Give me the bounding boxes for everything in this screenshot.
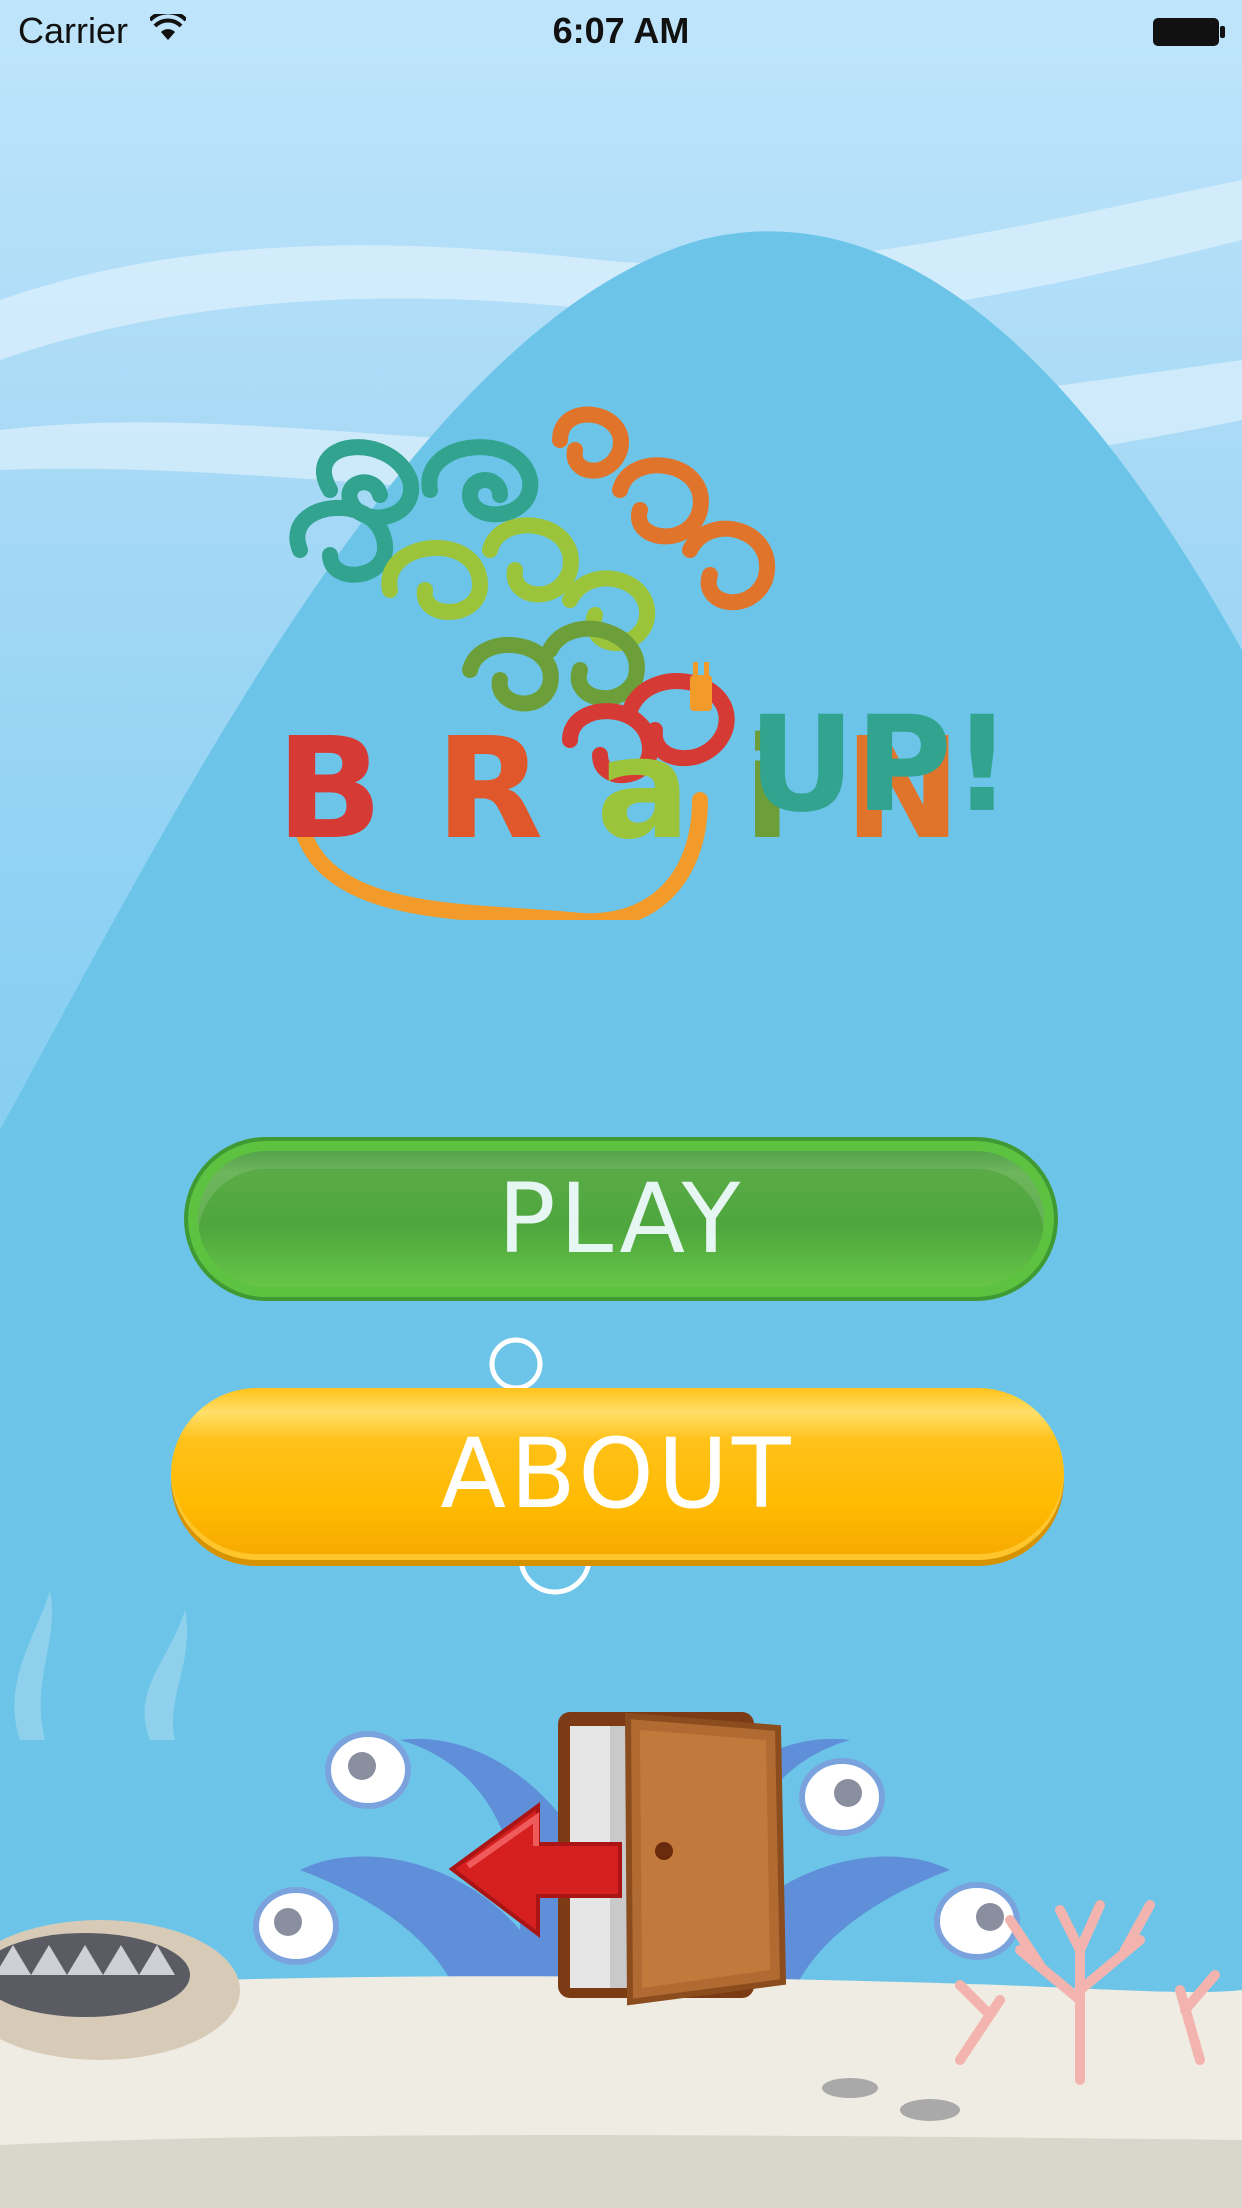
battery-icon (1153, 18, 1225, 46)
logo-letter: R (435, 708, 546, 871)
logo-suffix: UP! (748, 688, 1012, 842)
play-button-label: PLAY (497, 1163, 745, 1275)
play-button[interactable]: PLAY (184, 1137, 1058, 1301)
logo-up-text: UP! (748, 688, 1013, 842)
logo-letter: a (596, 708, 693, 871)
logo-letter: B (276, 708, 385, 871)
about-button[interactable]: ABOUT (171, 1388, 1064, 1560)
main-menu-screen: Carrier 6:07 AM B R a i N UP! PLAY ABOUT (0, 0, 1242, 2208)
clock: 6:07 AM (552, 10, 690, 51)
about-button-label: ABOUT (440, 1418, 795, 1530)
exit-door-icon[interactable] (448, 1706, 788, 2006)
status-bar: Carrier 6:07 AM (0, 0, 1242, 62)
